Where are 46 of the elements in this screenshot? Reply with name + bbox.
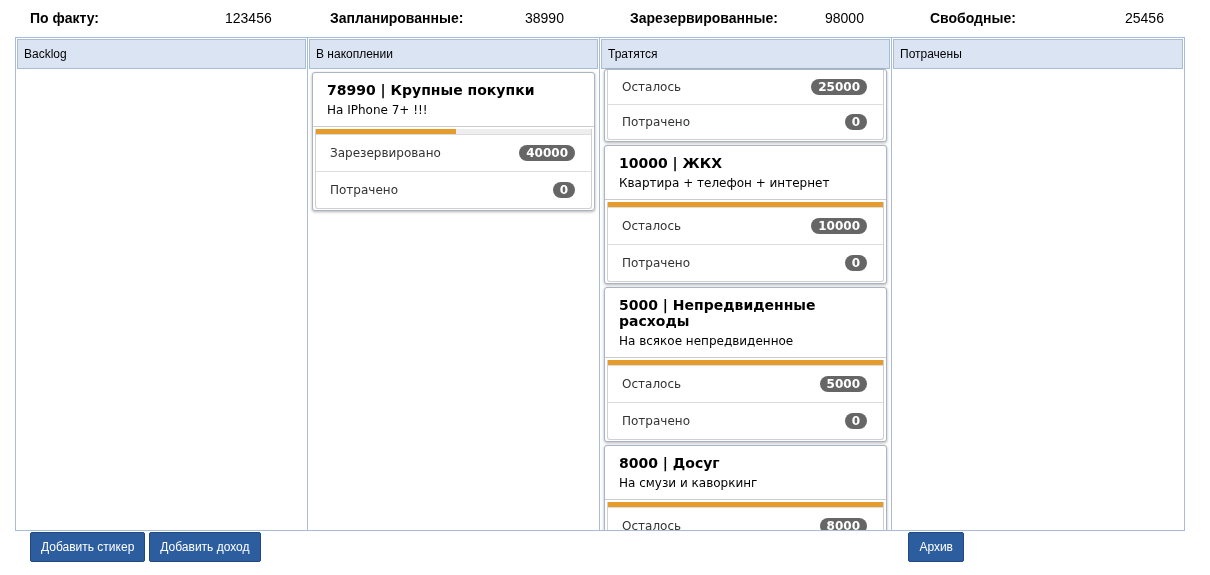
budget-card[interactable]: Осталось 25000 Потрачено 0 xyxy=(604,69,887,142)
card-title: 10000 | ЖКХ xyxy=(619,155,723,171)
summary-label: По факту: xyxy=(30,9,100,26)
column-header: Потрачены xyxy=(893,39,1183,69)
summary-value: 98000 xyxy=(825,9,864,26)
card-description: На смузи и каворкинг xyxy=(619,476,759,490)
amount-badge: 0 xyxy=(844,114,867,130)
card-title: 8000 | Досуг xyxy=(619,455,721,471)
column-header: Backlog xyxy=(17,39,306,69)
action-button[interactable]: Добавить стикер xyxy=(30,532,146,562)
amount-badge: 0 xyxy=(844,413,867,429)
summary-value: 38990 xyxy=(525,9,564,26)
row-label: Зарезервировано xyxy=(330,146,441,160)
card-title: 5000 | Непредвиденные расходы xyxy=(619,297,817,329)
row-label: Потрачено xyxy=(330,183,398,197)
summary-label: Свободные: xyxy=(930,9,1017,26)
amount-badge: 0 xyxy=(844,255,867,271)
row-label: Потрачено xyxy=(622,414,690,428)
action-button[interactable]: Добавить доход xyxy=(149,532,261,562)
summary-label: Зарезервированные: xyxy=(630,9,779,26)
row-label: Осталось xyxy=(622,80,682,94)
budget-card[interactable]: 10000 | ЖКХ Квартира + телефон + интернет Осталось 10000 Потрачено 0 xyxy=(604,145,887,284)
budget-card[interactable]: 78990 | Крупные покупки На IPhone 7+ !!! Зарезервировано 40000 Потрачено 0 xyxy=(312,72,595,211)
amount-badge: 8000 xyxy=(819,518,867,530)
column-header: В накоплении xyxy=(309,39,598,69)
amount-badge: 0 xyxy=(552,182,575,198)
archive-button[interactable]: Архив xyxy=(908,532,964,562)
amount-badge: 5000 xyxy=(819,376,867,392)
summary-value: 25456 xyxy=(1125,9,1164,26)
row-label: Осталось xyxy=(622,377,682,391)
row-label: Потрачено xyxy=(622,115,690,129)
summary-label: Запланированные: xyxy=(330,9,465,26)
row-label: Потрачено xyxy=(622,256,690,270)
row-label: Осталось xyxy=(622,219,682,233)
card-description: Квартира + телефон + интернет xyxy=(619,176,831,190)
budget-card[interactable]: 8000 | Досуг На смузи и каворкинг Осталось 8000 xyxy=(604,445,887,530)
card-title: 78990 | Крупные покупки xyxy=(327,82,536,98)
amount-badge: 40000 xyxy=(519,145,575,161)
row-label: Осталось xyxy=(622,519,682,530)
amount-badge: 25000 xyxy=(811,79,867,95)
card-description: На всякое непредвиденное xyxy=(619,334,795,348)
budget-card[interactable]: 5000 | Непредвиденные расходы На всякое непредвиденное Осталось 5000 Потрачено 0 xyxy=(604,287,887,442)
summary-value: 123456 xyxy=(225,9,272,26)
amount-badge: 10000 xyxy=(811,218,867,234)
card-description: На IPhone 7+ !!! xyxy=(327,103,429,117)
column-header: Тратятся xyxy=(601,39,890,69)
